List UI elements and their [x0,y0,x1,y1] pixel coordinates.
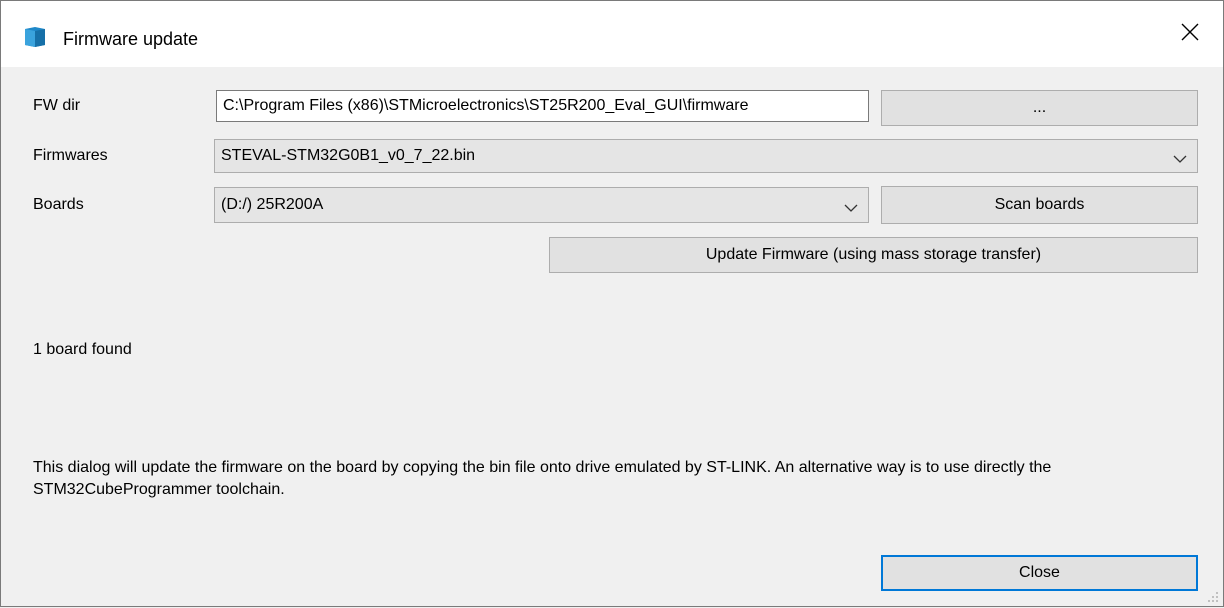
browse-button[interactable]: ... [881,90,1198,126]
firmware-update-dialog: Firmware update FW dir C:\Program Files … [0,0,1224,607]
title-bar: Firmware update [1,1,1223,67]
window-close-button[interactable] [1157,1,1223,67]
fw-dir-label: FW dir [33,97,81,114]
resize-grip-icon[interactable] [1207,590,1219,602]
firmwares-selected: STEVAL-STM32G0B1_v0_7_22.bin [221,147,476,164]
window-title: Firmware update [63,29,199,49]
close-icon [1181,23,1199,46]
chevron-down-icon [1173,151,1187,169]
boards-label: Boards [33,196,84,213]
boards-selected: (D:/) 25R200A [221,196,324,213]
stm-cube-icon [21,25,49,49]
fw-dir-input[interactable]: C:\Program Files (x86)\STMicroelectronic… [216,90,869,122]
boards-select[interactable]: (D:/) 25R200A [214,187,869,223]
info-text: This dialog will update the firmware on … [33,459,1052,498]
update-firmware-button[interactable]: Update Firmware (using mass storage tran… [549,237,1198,273]
status-text: 1 board found [33,341,132,358]
firmwares-select[interactable]: STEVAL-STM32G0B1_v0_7_22.bin [214,139,1198,173]
firmwares-label: Firmwares [33,147,108,164]
chevron-down-icon [844,200,858,218]
scan-boards-button[interactable]: Scan boards [881,186,1198,224]
close-button[interactable]: Close [881,555,1198,591]
